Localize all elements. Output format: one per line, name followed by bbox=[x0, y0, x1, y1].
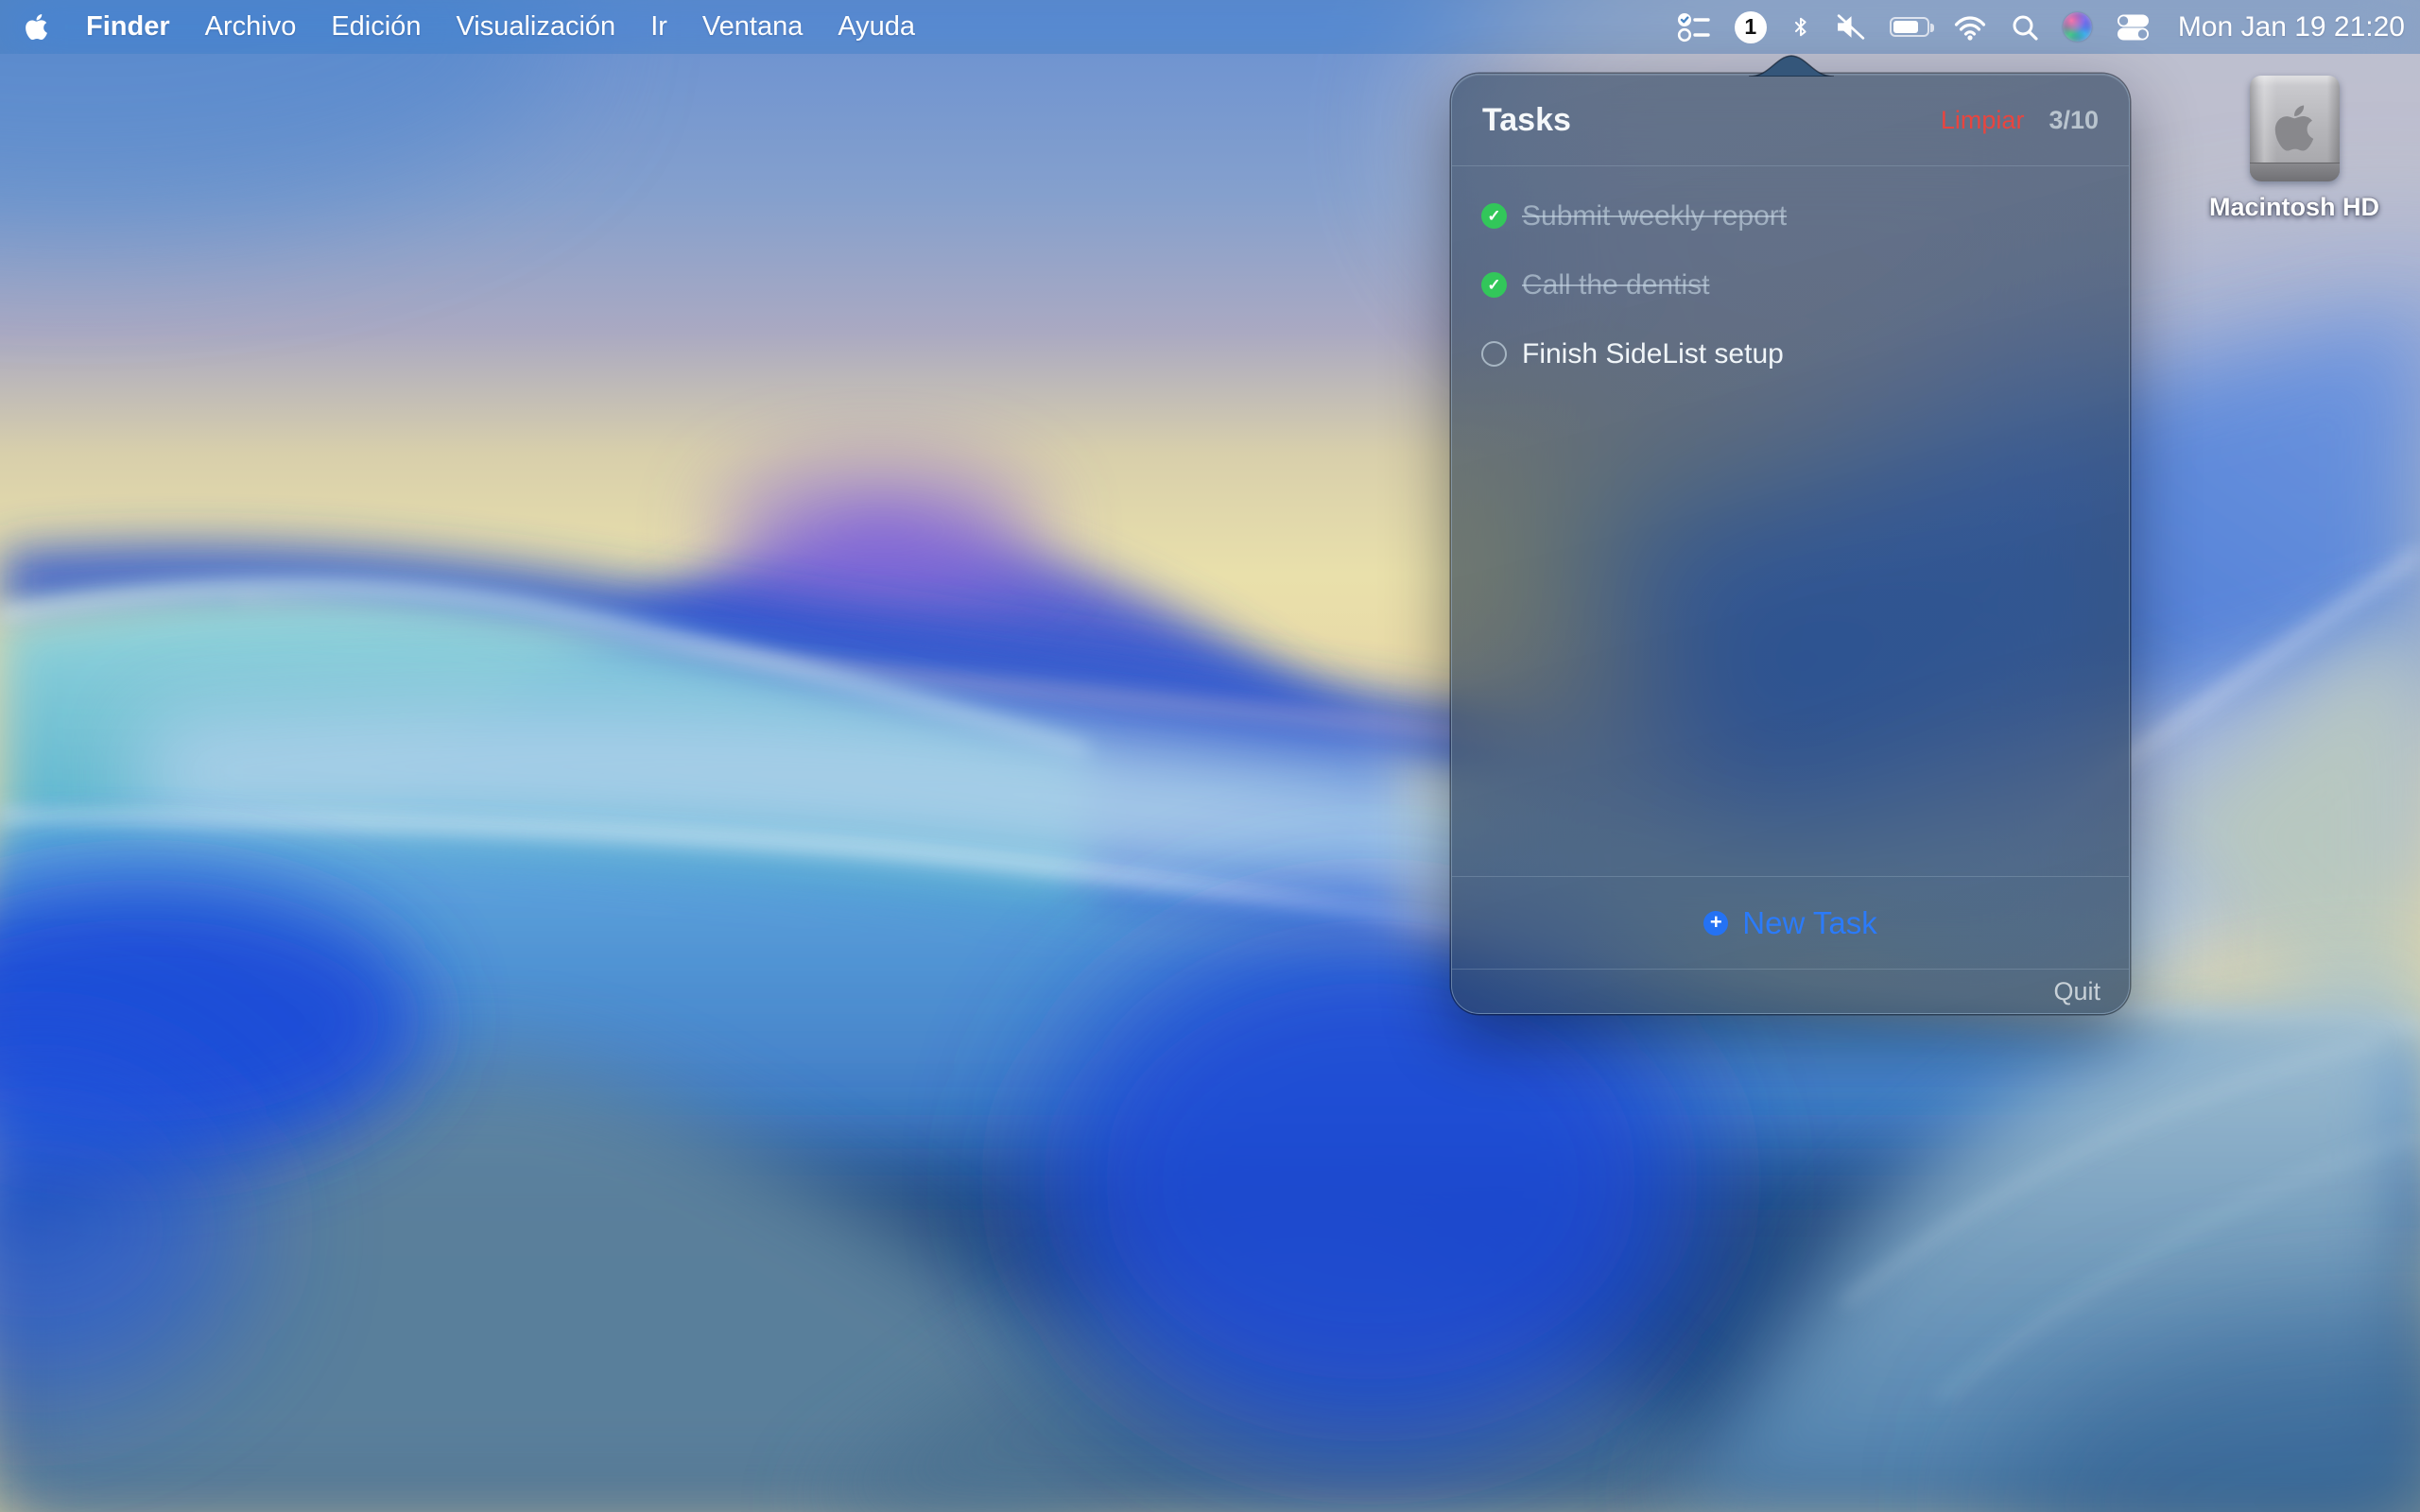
checkbox-checked-icon[interactable] bbox=[1481, 203, 1507, 229]
panel-empty-area bbox=[1452, 388, 2129, 876]
panel-footer: Quit bbox=[1452, 970, 2129, 1013]
panel-arrow bbox=[1749, 54, 1834, 77]
panel-header: Tasks Limpiar 3/10 bbox=[1452, 75, 2129, 165]
menu-item-ventana[interactable]: Ventana bbox=[702, 11, 803, 43]
new-task-label: New Task bbox=[1742, 905, 1876, 941]
panel-title: Tasks bbox=[1482, 102, 1571, 139]
battery-level bbox=[1893, 21, 1918, 33]
apple-menu[interactable] bbox=[25, 12, 48, 42]
macintosh-hd-desktop-icon[interactable]: Macintosh HD bbox=[2200, 76, 2389, 222]
menu-item-ir[interactable]: Ir bbox=[650, 11, 667, 43]
menu-item-finder[interactable]: Finder bbox=[86, 11, 170, 43]
checkbox-checked-icon[interactable] bbox=[1481, 272, 1507, 298]
volume-label: Macintosh HD bbox=[2200, 193, 2389, 222]
menu-bar: Finder Archivo Edición Visualización Ir … bbox=[0, 0, 2420, 54]
quit-button[interactable]: Quit bbox=[2053, 977, 2100, 1006]
control-center-icon[interactable] bbox=[2116, 13, 2151, 42]
task-row[interactable]: Finish SideList setup bbox=[1452, 319, 2129, 388]
panel-header-actions: Limpiar 3/10 bbox=[1941, 106, 2099, 135]
apple-logo-icon bbox=[25, 12, 48, 42]
menu-item-visualizacion[interactable]: Visualización bbox=[456, 11, 615, 43]
battery-nub bbox=[1930, 24, 1934, 32]
menu-item-archivo[interactable]: Archivo bbox=[205, 11, 297, 43]
menu-bar-clock[interactable]: Mon Jan 19 21:20 bbox=[2178, 11, 2405, 43]
tasks-panel: Tasks Limpiar 3/10 Submit weekly report … bbox=[1451, 74, 2130, 1014]
clear-button[interactable]: Limpiar bbox=[1941, 106, 2025, 135]
task-label: Finish SideList setup bbox=[1522, 338, 1784, 370]
menu-item-ayuda[interactable]: Ayuda bbox=[838, 11, 915, 43]
menu-bar-status: 1 bbox=[1677, 11, 2405, 43]
new-task-button[interactable]: New Task bbox=[1452, 877, 2129, 969]
plus-icon bbox=[1703, 911, 1728, 936]
task-row[interactable]: Call the dentist bbox=[1452, 250, 2129, 319]
apple-logo-engraving-icon bbox=[2274, 102, 2314, 154]
desktop-screen: Finder Archivo Edición Visualización Ir … bbox=[0, 0, 2420, 1512]
task-label: Call the dentist bbox=[1522, 269, 1709, 301]
task-label: Submit weekly report bbox=[1522, 200, 1787, 232]
tasks-badge-count[interactable]: 1 bbox=[1735, 11, 1767, 43]
task-row[interactable]: Submit weekly report bbox=[1452, 181, 2129, 250]
bluetooth-icon[interactable] bbox=[1790, 12, 1811, 42]
checkbox-unchecked-icon[interactable] bbox=[1481, 341, 1507, 367]
spotlight-icon[interactable] bbox=[2011, 13, 2039, 42]
drive-bottom-band bbox=[2250, 163, 2340, 181]
battery-icon[interactable] bbox=[1890, 17, 1929, 37]
task-counter: 3/10 bbox=[2048, 106, 2099, 135]
menu-item-edicion[interactable]: Edición bbox=[331, 11, 421, 43]
siri-icon[interactable] bbox=[2063, 12, 2092, 42]
volume-muted-icon[interactable] bbox=[1835, 13, 1866, 41]
task-list: Submit weekly report Call the dentist Fi… bbox=[1452, 166, 2129, 388]
menu-bar-left: Finder Archivo Edición Visualización Ir … bbox=[25, 11, 915, 43]
tasks-checklist-icon[interactable] bbox=[1677, 11, 1711, 43]
hard-drive-icon bbox=[2250, 76, 2340, 181]
wifi-icon[interactable] bbox=[1953, 14, 1987, 41]
